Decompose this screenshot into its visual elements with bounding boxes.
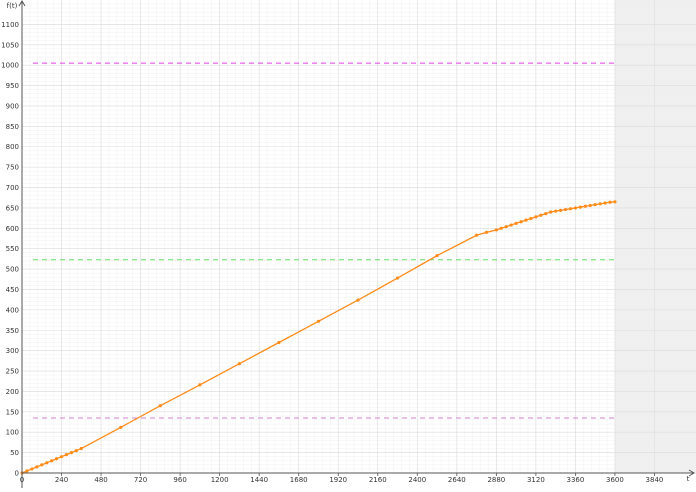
x-tick-label: 1440 [250, 476, 268, 484]
y-tick-label: 750 [6, 164, 19, 172]
data-point [45, 461, 49, 465]
data-point [539, 213, 543, 217]
y-tick-label: 600 [6, 225, 19, 233]
data-point [544, 212, 548, 216]
y-tick-label: 500 [6, 266, 19, 274]
x-tick-label: 720 [134, 476, 147, 484]
y-tick-label: 900 [6, 102, 19, 110]
data-point [64, 453, 69, 457]
data-point [435, 254, 439, 258]
y-tick-label: 100 [6, 429, 19, 437]
chart-root: 0 240 480 720 960 1200 1440 1680 1920 2160 2400 264… [0, 0, 696, 488]
data-point [35, 465, 39, 469]
data-point [593, 203, 597, 207]
data-point [484, 230, 489, 234]
x-tick-label: 0 [20, 476, 24, 484]
y-tick-label: 800 [6, 143, 19, 151]
data-point [158, 404, 162, 408]
data-point [558, 208, 563, 212]
data-point [69, 451, 74, 455]
data-point [504, 225, 508, 229]
data-point [494, 228, 498, 232]
data-point [30, 467, 34, 471]
data-point [356, 298, 360, 302]
data-point [534, 215, 538, 219]
y-tick-label: 450 [6, 286, 19, 294]
data-point [514, 221, 518, 226]
data-point [519, 220, 523, 224]
y-tick-label: 250 [6, 368, 19, 376]
y-tick-label: 0 [15, 470, 19, 478]
data-point [50, 459, 54, 463]
x-tick-label: 2160 [369, 476, 387, 484]
x-tick-label: 2880 [487, 476, 505, 484]
x-tick-label: 3120 [527, 476, 545, 484]
data-point [588, 203, 592, 208]
line-chart: 0 240 480 720 960 1200 1440 1680 1920 2160 2400 264… [1, 0, 696, 488]
data-point [524, 218, 528, 222]
data-point [563, 207, 568, 212]
y-tick-label: 400 [6, 306, 19, 314]
data-point [237, 362, 242, 366]
y-axis-label: f(t) [7, 2, 18, 10]
data-point [578, 205, 582, 209]
data-point [316, 319, 321, 323]
x-tick-label: 1920 [329, 476, 347, 484]
y-tick-label: 650 [6, 204, 19, 212]
y-tick-label: 200 [6, 388, 19, 396]
x-tick-label: 960 [173, 476, 186, 484]
x-tick-label: 240 [55, 476, 68, 484]
data-point [608, 200, 612, 204]
data-point [603, 201, 607, 205]
y-tick-label: 300 [6, 347, 19, 355]
y-tick-label: 350 [6, 327, 19, 335]
data-point [277, 340, 281, 345]
data-point [474, 233, 479, 237]
x-tick-label: 2400 [408, 476, 426, 484]
x-tick-label: 1680 [290, 476, 308, 484]
data-point [395, 276, 400, 280]
data-point [573, 206, 578, 210]
data-point [529, 216, 533, 221]
y-tick-label: 1000 [1, 62, 19, 70]
y-tick-label: 550 [6, 245, 19, 253]
x-tick-label: 3360 [566, 476, 584, 484]
x-axis-label: t [687, 475, 690, 483]
x-tick-label: 3600 [606, 476, 624, 484]
data-point [25, 469, 29, 473]
x-tick-label: 3840 [646, 476, 664, 484]
y-tick-label: 150 [6, 408, 19, 416]
x-tick-label: 1200 [211, 476, 229, 484]
data-point [549, 210, 553, 214]
data-point [499, 226, 503, 230]
data-point [568, 207, 573, 211]
y-tick-label: 50 [10, 449, 19, 457]
y-tick-label: 850 [6, 123, 19, 131]
data-point [79, 446, 83, 451]
data-point [613, 200, 617, 204]
data-point [59, 455, 64, 459]
data-point [74, 448, 78, 453]
data-point [598, 202, 602, 206]
data-point [54, 457, 59, 461]
data-point [198, 383, 202, 387]
y-tick-label: 950 [6, 82, 19, 90]
y-tick-label: 700 [6, 184, 19, 192]
y-tick-label: 1100 [1, 21, 19, 29]
x-tick-label: 2640 [448, 476, 466, 484]
y-tick-label: 1050 [1, 41, 19, 49]
x-tick-label: 480 [94, 476, 107, 484]
data-point [554, 209, 558, 213]
data-point [40, 463, 44, 467]
data-point [583, 204, 587, 208]
data-point [509, 223, 513, 227]
data-point [119, 425, 123, 429]
